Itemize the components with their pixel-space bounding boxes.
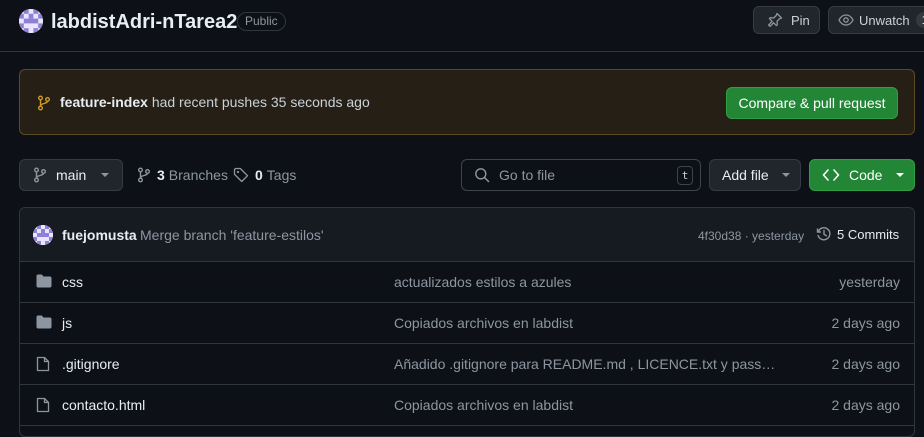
commits-history-link[interactable]: 5 Commits [816, 226, 899, 242]
pin-button[interactable]: Pin [753, 6, 820, 34]
folder-icon [36, 274, 52, 288]
file-commit-message[interactable]: actualizados estilos a azules [394, 274, 571, 290]
tags-link[interactable]: 0 Tags [233, 167, 296, 183]
file-row[interactable]: css actualizados estilos a azules yester… [20, 262, 914, 303]
code-icon [822, 168, 840, 182]
caret-down-icon [895, 172, 905, 178]
file-row[interactable]: .gitignore Añadido .gitignore para READM… [20, 344, 914, 385]
file-date: 2 days ago [831, 315, 901, 331]
commit-message[interactable]: Merge branch 'feature-estilos' [140, 227, 324, 243]
commit-hash-time[interactable]: 4f30d38 · yesterday [698, 229, 804, 243]
history-icon [816, 226, 832, 242]
file-date: yesterday [839, 274, 900, 290]
file-date: 2 days ago [831, 397, 901, 413]
file-date: 2 days ago [831, 356, 901, 372]
file-icon [36, 356, 50, 372]
banner-message: feature-index had recent pushes 35 secon… [60, 94, 370, 110]
add-file-label: Add file [722, 167, 769, 183]
avatar[interactable] [33, 225, 53, 245]
branches-count: 3 [157, 167, 165, 183]
watch-count: 1 [915, 12, 924, 28]
visibility-badge: Public [237, 12, 286, 31]
unwatch-label: Unwatch [859, 12, 910, 28]
branches-label: Branches [168, 167, 228, 183]
banner-branch-name[interactable]: feature-index [60, 94, 148, 110]
file-row[interactable]: contacto.html Copiados archivos en labdi… [20, 385, 914, 426]
caret-down-icon [100, 172, 110, 178]
caret-down-icon [781, 172, 791, 178]
banner-push-text: had recent pushes 35 seconds ago [151, 94, 370, 110]
code-label: Code [849, 167, 883, 183]
branches-link[interactable]: 3 Branches [137, 167, 228, 183]
go-to-file-input[interactable]: Go to file t [461, 159, 701, 191]
git-branch-icon [33, 167, 47, 183]
git-branch-icon [137, 167, 151, 183]
tag-icon [233, 167, 249, 183]
tags-count: 0 [255, 167, 263, 183]
repo-name[interactable]: labdistAdri-nTarea2 [51, 9, 237, 35]
pin-label: Pin [791, 12, 810, 28]
folder-icon [36, 315, 52, 329]
git-branch-icon [37, 95, 51, 111]
branch-selector[interactable]: main [19, 159, 123, 191]
unwatch-button[interactable]: Unwatch 1 [828, 6, 924, 34]
go-to-file-placeholder: Go to file [499, 167, 556, 183]
file-commit-message[interactable]: Copiados archivos en labdist [394, 397, 573, 413]
file-commit-message[interactable]: Añadido .gitignore para README.md , LICE… [394, 356, 780, 372]
file-name[interactable]: css [62, 274, 83, 290]
file-name[interactable]: contacto.html [62, 397, 145, 413]
latest-commit-bar: fuejomusta Merge branch 'feature-estilos… [20, 208, 914, 262]
code-button[interactable]: Code [809, 159, 915, 191]
file-row[interactable]: js Copiados archivos en labdist 2 days a… [20, 303, 914, 344]
tags-label: Tags [266, 167, 297, 183]
shortcut-key: t [677, 166, 693, 185]
compare-pull-request-button[interactable]: Compare & pull request [726, 87, 898, 119]
file-commit-message[interactable]: Copiados archivos en labdist [394, 315, 573, 331]
file-icon [36, 397, 50, 413]
branch-name: main [56, 167, 87, 183]
pin-icon [767, 12, 783, 28]
eye-icon [838, 12, 854, 28]
commit-author[interactable]: fuejomusta [62, 227, 137, 243]
file-name[interactable]: .gitignore [62, 356, 120, 372]
file-name[interactable]: js [62, 315, 72, 331]
add-file-button[interactable]: Add file [709, 159, 801, 191]
repo-header: labdistAdri-nTarea2 Public Pin Unwatch 1 [0, 0, 924, 52]
recent-pushes-banner: feature-index had recent pushes 35 secon… [19, 69, 915, 135]
repo-avatar[interactable] [19, 9, 43, 33]
search-icon [474, 167, 490, 183]
commits-count-label: 5 Commits [837, 226, 900, 242]
file-browser: fuejomusta Merge branch 'feature-estilos… [19, 207, 915, 437]
